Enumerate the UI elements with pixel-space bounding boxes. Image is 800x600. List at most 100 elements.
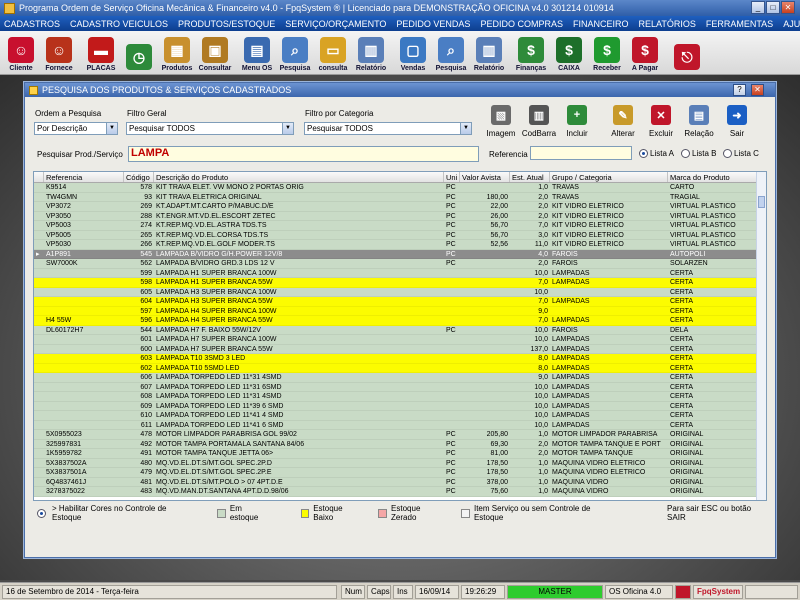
categoria-select[interactable]: Pesquisar TODOS ▼ [304,122,472,135]
table-row[interactable]: 605 LAMPADA H3 SUPER BRANCA 100W 10,0 CERTA [34,287,766,297]
search-input[interactable]: LAMPA [128,146,479,162]
cell-ref [44,383,124,392]
table-row[interactable]: 603 LAMPADA T10 3SMD 3 LED 8,0 LAMPADAS CERT… [34,354,766,364]
menu-item-7[interactable]: RELATÓRIOS [638,19,695,29]
table-row[interactable]: H4 55W 596 LAMPADA H4 SUPER BRANCA 55W 7,0 L… [34,316,766,326]
table-row[interactable]: SW7000K 562 LAMPADA B/VIDRO GRD.3 LDS 12 V… [34,259,766,269]
menu-item-1[interactable]: CADASTRO VEICULOS [70,19,168,29]
referencia-input[interactable] [530,146,632,160]
toolbar-button-13[interactable]: $ Finanças [512,32,550,74]
habilitar-cores-toggle[interactable] [37,508,48,518]
table-row[interactable]: 5X3837501A 479 MQ.VD.EL.DT.S/MT.GOL SPEC.2… [34,468,766,478]
menu-item-2[interactable]: PRODUTOS/ESTOQUE [178,19,275,29]
grid-column-header[interactable]: Descrição do Produto [154,172,444,182]
table-row[interactable]: 607 LAMPADA TORPEDO LED 11*31 6SMD 10,0 LAM… [34,382,766,392]
toolbar-button-12[interactable]: ▥ Relatório [470,32,508,74]
table-row[interactable]: 325997831 492 MOTOR TAMPA PORTAMALA SANTAN… [34,439,766,449]
table-row[interactable]: DL60172H7 544 LAMPADA H7 F. BAIXO 55W/12V P… [34,325,766,335]
table-row[interactable]: VP5030 266 KT.REP.MQ.VD.EL.GOLF MODER.TS PC… [34,240,766,250]
cell-val [460,411,510,420]
toolbar-button-1[interactable]: ☺ Fornece [40,32,78,74]
scrollbar-thumb[interactable] [758,196,765,208]
grid-column-header[interactable]: Código [124,172,154,182]
grid-column-header[interactable]: Marca do Produto [668,172,758,182]
toolbar-button-4[interactable]: ▦ Produtos [158,32,196,74]
table-row[interactable]: 599 LAMPADA H1 SUPER BRANCA 100W 10,0 LAMPA… [34,268,766,278]
table-row[interactable]: 602 LAMPADA T10 5SMD LED 8,0 LAMPADAS CERTA [34,363,766,373]
action-button-5[interactable]: ▤ Relação [681,103,717,143]
action-button-1[interactable]: ▥ CodBarra [521,103,557,143]
table-row[interactable]: VP5005 265 KT.REP.MQ.VD.EL.CORSA TDS.TS PC 5… [34,230,766,240]
chevron-down-icon[interactable]: ▼ [460,123,471,134]
toolbar-button-7[interactable]: ⌕ Pesquisa [276,32,314,74]
table-row[interactable]: VP3072 269 KT.ADAPT.MT.CARTO P/MABUC.D/E PC… [34,202,766,212]
chevron-down-icon[interactable]: ▼ [106,123,117,134]
table-row[interactable]: 608 LAMPADA TORPEDO LED 11*31 4SMD 10,0 LAM… [34,392,766,402]
table-row[interactable]: K9514 578 KIT TRAVA ELET. VW MONO 2 PORTAS… [34,183,766,193]
menu-item-6[interactable]: FINANCEIRO [573,19,629,29]
toolbar-button-11[interactable]: ⌕ Pesquisa [432,32,470,74]
table-row[interactable]: 5X3837502A 480 MQ.VD.EL.DT.S/MT.GOL SPEC.2… [34,458,766,468]
list-radio-1[interactable]: Lista B [681,149,716,158]
grid-column-header[interactable]: Referencia [44,172,124,182]
table-row[interactable]: VP3050 288 KT.ENGR.MT.VD.EL.ESCORT ZETEC PC… [34,211,766,221]
grid-column-header[interactable]: Est. Atual [510,172,550,182]
dialog-close-button[interactable]: ✕ [751,84,764,96]
toolbar-button-8[interactable]: ▭ consulta [314,32,352,74]
table-row[interactable]: 600 LAMPADA H7 SUPER BRANCA 55W 137,0 LAMPA… [34,344,766,354]
table-row[interactable]: TW4GMN 93 KIT TRAVA ELETRICA ORIGINAL PC 180… [34,192,766,202]
table-row[interactable]: 1K5959782 491 MOTOR TAMPA TANQUE JETTA 06>… [34,449,766,459]
table-row[interactable]: 3278375022 483 MQ.VD.MAN.DT.SANTANA 4PT.D.… [34,487,766,497]
toolbar-button-14[interactable]: $ CAIXA [550,32,588,74]
grid-column-header[interactable]: Valor Avista [460,172,510,182]
table-row[interactable]: 606 LAMPADA TORPEDO LED 11*31 4SMD 9,0 LAMP… [34,373,766,383]
menu-item-8[interactable]: FERRAMENTAS [706,19,773,29]
dialog-help-button[interactable]: ? [733,84,746,96]
table-row[interactable]: 609 LAMPADA TORPEDO LED 11*39 6 SMD 10,0 LA… [34,401,766,411]
table-row[interactable]: 601 LAMPADA H7 SUPER BRANCA 100W 10,0 LAMPA… [34,335,766,345]
menu-item-3[interactable]: SERVIÇO/ORÇAMENTO [285,19,386,29]
table-row[interactable]: 6Q4837461J 481 MQ.VD.EL.DT.S/MT.POLO > 07 … [34,477,766,487]
menu-item-0[interactable]: CADASTROS [4,19,60,29]
action-button-3[interactable]: ✎ Alterar [605,103,641,143]
list-radio-2[interactable]: Lista C [723,149,759,158]
menu-item-9[interactable]: AJUDA [783,19,800,29]
toolbar-button-5[interactable]: ▣ Consultar [196,32,234,74]
toolbar-button-3[interactable]: ◷ [120,32,158,74]
dollar-green-icon: $ [594,37,620,63]
toolbar-button-6[interactable]: ▤ Menu OS [238,32,276,74]
menu-item-4[interactable]: PEDIDO VENDAS [396,19,470,29]
table-row[interactable]: 611 LAMPADA TORPEDO LED 11*41 6 SMD 10,0 LA… [34,420,766,430]
ordem-select[interactable]: Por Descrição ▼ [34,122,118,135]
grid-column-header[interactable]: Uni [444,172,460,182]
table-row[interactable]: 598 LAMPADA H1 SUPER BRANCA 55W 7,0 LAMPADA… [34,278,766,288]
chevron-down-icon[interactable]: ▼ [282,123,293,134]
cell-est: 10,0 [534,288,548,296]
toolbar-button-2[interactable]: ▬ PLACAS [82,32,120,74]
action-button-6[interactable]: ➜ Sair [719,103,755,143]
action-button-4[interactable]: ✕ Excluir [643,103,679,143]
action-button-0[interactable]: ▧ Imagem [483,103,519,143]
list-radio-0[interactable]: Lista A [639,149,674,158]
toolbar-button-17[interactable]: ⎋ [668,32,706,74]
table-row[interactable]: VP5003 274 KT.REP.MQ.VD.EL.ASTRA TDS.TS PC 5… [34,221,766,231]
toolbar-button-16[interactable]: $ A Pagar [626,32,664,74]
close-button[interactable]: ✕ [781,1,795,14]
cell-cod: 608 [140,393,152,400]
toolbar-button-15[interactable]: $ Receber [588,32,626,74]
toolbar-button-0[interactable]: ☺ Cliente [2,32,40,74]
toolbar-button-9[interactable]: ▥ Relatório [352,32,390,74]
table-row[interactable]: 597 LAMPADA H4 SUPER BRANCA 100W 9,0 CERTA [34,306,766,316]
table-row[interactable]: 5X0955023 478 MOTOR LIMPADOR PARABRISA GOL… [34,430,766,440]
action-button-2[interactable]: + Incluir [559,103,595,143]
grid-column-header[interactable]: Grupo / Categoria [550,172,668,182]
minimize-button[interactable]: _ [751,1,765,14]
table-row[interactable]: ▸ A1P891 545 LAMPADA B/VIDRO G/H.POWER 12V/… [34,249,766,259]
maximize-button[interactable]: □ [766,1,780,14]
grid-scrollbar[interactable] [756,172,766,500]
table-row[interactable]: 604 LAMPADA H3 SUPER BRANCA 55W 7,0 LAMPADA… [34,297,766,307]
table-row[interactable]: 610 LAMPADA TORPEDO LED 11*41 4 SMD 10,0 LA… [34,411,766,421]
toolbar-button-10[interactable]: ▢ Vendas [394,32,432,74]
menu-item-5[interactable]: PEDIDO COMPRAS [480,19,563,29]
filtro-geral-select[interactable]: Pesquisar TODOS ▼ [126,122,294,135]
